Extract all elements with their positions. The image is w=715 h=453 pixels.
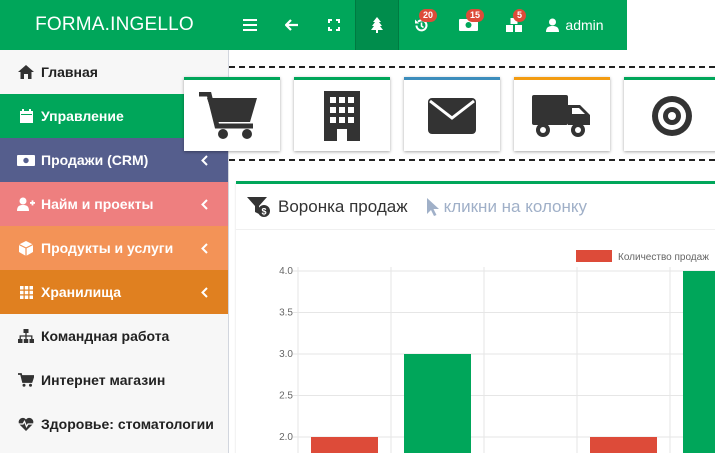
tree-button[interactable] (355, 0, 399, 50)
history-badge: 20 (419, 9, 438, 22)
sidebar-item-label: Продукты и услуги (41, 240, 174, 256)
chevron-left-icon (201, 241, 208, 257)
sidebar-item-label: Интернет магазин (41, 372, 166, 388)
arrow-left-icon (285, 19, 298, 31)
tile-goals[interactable] (624, 77, 715, 151)
truck-icon (532, 94, 590, 137)
sidebar-item-products[interactable]: Продукты и услуги (0, 226, 228, 270)
expand-icon (328, 19, 340, 31)
sidebar-item-shop[interactable]: Интернет магазин (0, 358, 228, 402)
tree-icon (371, 17, 383, 33)
y-tick-label: 3.0 (279, 349, 293, 360)
svg-text:$: $ (261, 206, 266, 216)
calendar-icon (16, 106, 36, 126)
sidebar-item-label: Управление (41, 108, 124, 124)
bar (683, 271, 715, 453)
chart-grid (293, 267, 715, 453)
heartbeat-icon (16, 414, 36, 434)
sidebar-item-hiring[interactable]: Найм и проекты (0, 182, 228, 226)
envelope-icon (428, 97, 476, 134)
tile-delivery[interactable] (514, 77, 610, 151)
back-button[interactable] (271, 0, 313, 50)
panel-title: Воронка продаж (278, 196, 408, 216)
filter-icon: $ (247, 196, 270, 217)
bar (404, 354, 471, 453)
sidebar-item-label: Главная (41, 64, 98, 80)
chevron-left-icon (201, 197, 208, 213)
cart-icon (16, 370, 36, 390)
money-button[interactable]: 15 (443, 0, 493, 50)
user-menu[interactable]: admin (535, 0, 615, 50)
sitemap-icon (16, 326, 36, 346)
y-tick-label: 3.5 (279, 308, 293, 319)
tile-company[interactable] (294, 77, 390, 151)
y-tick-label: 2.5 (279, 391, 293, 402)
bar (311, 437, 378, 453)
money-icon (16, 150, 36, 170)
cursor-icon (426, 197, 439, 216)
panel-hint: кликни на колонку (443, 196, 588, 216)
chart-y-axis: 4.0 3.5 3.0 2.5 2.0 (279, 266, 293, 443)
cubes-button[interactable]: 5 (493, 0, 535, 50)
top-navbar: 20 15 5 admin (229, 0, 627, 50)
cart-icon (199, 91, 257, 139)
bars-icon (243, 19, 257, 31)
money-badge: 15 (466, 9, 485, 22)
chevron-left-icon (201, 285, 208, 301)
chevron-left-icon (201, 153, 208, 169)
y-tick-label: 2.0 (279, 432, 293, 443)
chart-legend: Количество продаж (576, 250, 709, 263)
target-icon (652, 95, 692, 136)
bar (590, 437, 657, 453)
sidebar-item-teamwork[interactable]: Командная работа (0, 314, 228, 358)
tile-shop[interactable] (184, 77, 280, 151)
cubes-badge: 5 (513, 9, 527, 22)
sidebar-item-storage[interactable]: Хранилища (0, 270, 228, 314)
menu-toggle-button[interactable] (229, 0, 271, 50)
building-icon (324, 90, 360, 141)
y-tick-label: 4.0 (279, 266, 293, 277)
tile-mail[interactable] (404, 77, 500, 151)
brand-logo[interactable]: FORMA.INGELLO (0, 0, 229, 50)
user-plus-icon (16, 194, 36, 214)
sidebar-item-label: Продажи (CRM) (41, 152, 149, 168)
cube-icon (16, 238, 36, 258)
divider-bottom (229, 159, 715, 161)
funnel-chart[interactable]: 4.0 3.5 3.0 2.5 2.0 Количество продаж (236, 233, 715, 453)
chart-bars (311, 271, 715, 453)
fullscreen-button[interactable] (313, 0, 355, 50)
user-icon (546, 18, 560, 32)
th-icon (16, 282, 36, 302)
sales-funnel-panel: $ Воронка продаж кликни на колонку 4.0 3.… (236, 181, 715, 453)
sidebar-item-label: Найм и проекты (41, 196, 154, 212)
sidebar-item-label: Здоровье: стоматологии (41, 416, 214, 432)
home-icon (16, 62, 36, 82)
legend-swatch (576, 250, 612, 262)
app-root: FORMA.INGELLO 20 15 5 admin Главная Упра… (0, 0, 715, 453)
sidebar-item-label: Командная работа (41, 328, 170, 344)
user-name: admin (565, 17, 604, 33)
sidebar-item-dentistry[interactable]: Здоровье: стоматологии (0, 402, 228, 446)
history-button[interactable]: 20 (399, 0, 443, 50)
legend-label: Количество продаж (618, 252, 709, 263)
divider-top (229, 66, 715, 68)
sidebar-item-label: Хранилища (41, 284, 122, 300)
panel-header: $ Воронка продаж кликни на колонку (236, 184, 715, 230)
